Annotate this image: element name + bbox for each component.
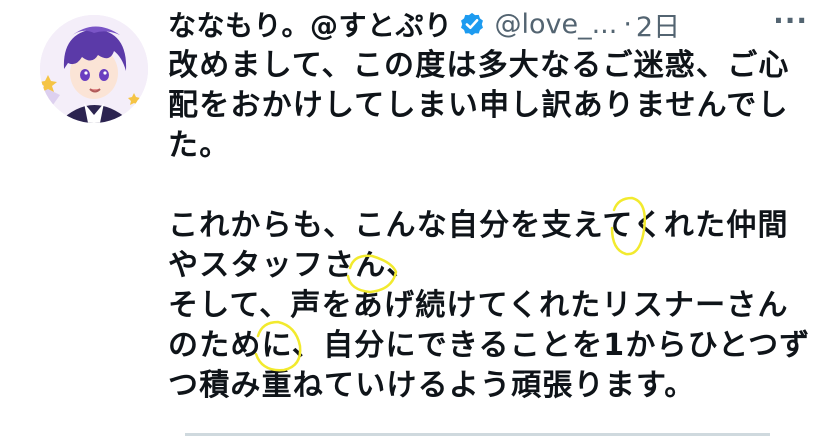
tweet-text-line: これからも、こんな自分を支えてくれた仲間 (168, 208, 789, 243)
user-handle[interactable]: @love_... (494, 9, 617, 40)
tweet-text: 改めまして、この度は多大なるご迷惑、ご心 配をおかけしてしまい申し訳ありませんで… (168, 46, 811, 406)
tweet-text-line: つ積み重ねていけるよう頑張ります。 (168, 368, 696, 403)
tweet-text-line: のために、自分にできることを1からひとつず (168, 328, 811, 363)
display-name[interactable]: ななもり。@すとぷり (168, 4, 452, 44)
more-icon[interactable]: ··· (773, 4, 808, 37)
timestamp[interactable]: 2日 (636, 5, 680, 44)
tweet-text-line: た。 (168, 128, 231, 163)
tweet-text-line: 配をおかけしてしまい申し訳ありませんでし (168, 88, 789, 123)
avatar[interactable] (40, 15, 148, 123)
tweet-text-blank-line (168, 166, 808, 206)
separator-dot: · (623, 8, 632, 40)
avatar-illustration (40, 15, 148, 123)
tweet-text-line: やスタッフさん、 (168, 248, 418, 283)
tweet-text-line: そして、声をあげ続けてくれたリスナーさん (168, 288, 789, 323)
tweet-text-line: 改めまして、この度は多大なるご迷惑、ご心 (168, 48, 790, 83)
verified-badge-icon (458, 10, 486, 38)
tweet-header: ななもり。@すとぷり @love_... · 2日 (168, 2, 808, 46)
